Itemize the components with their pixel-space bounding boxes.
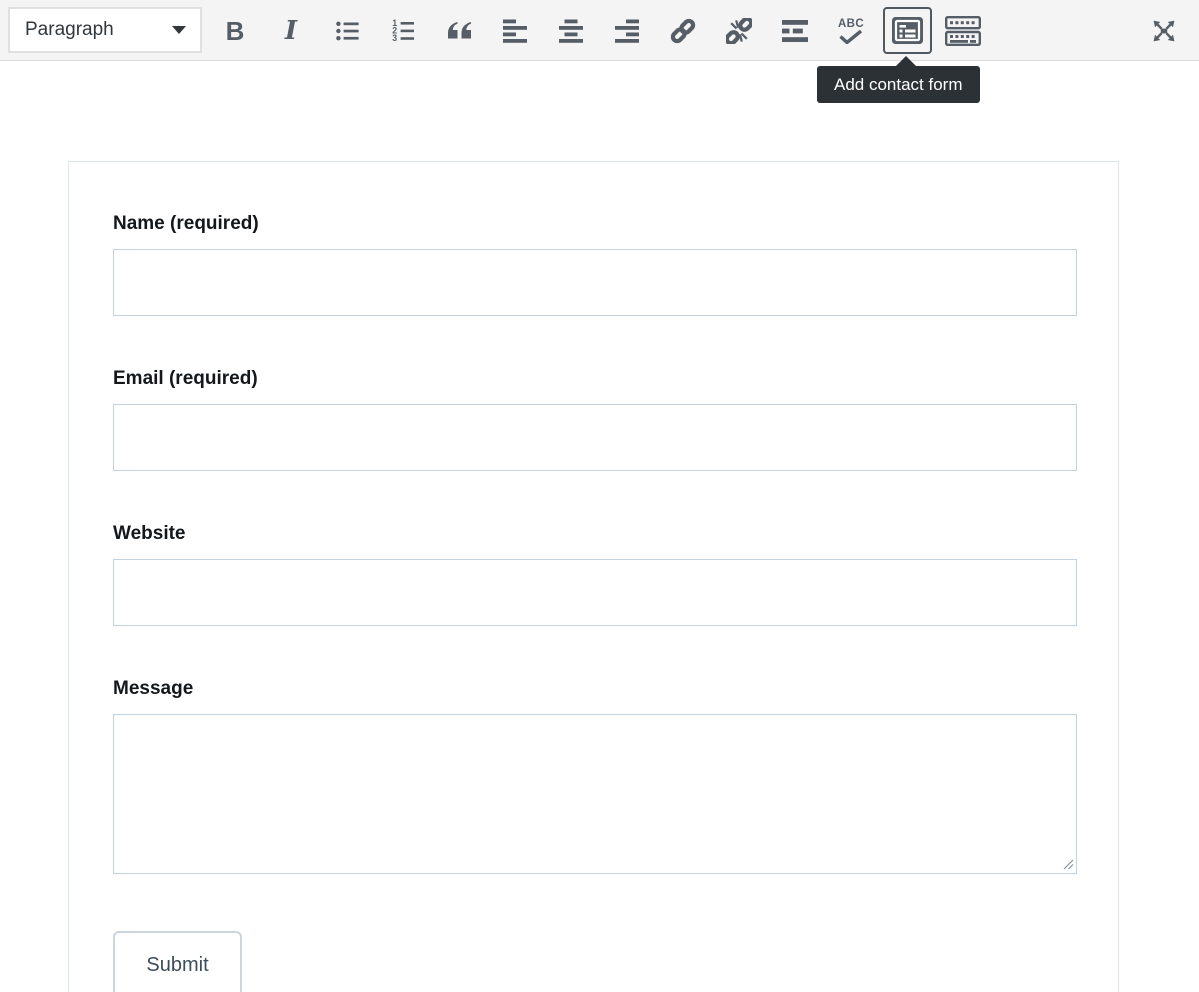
blockquote-icon <box>447 22 472 39</box>
remove-link-button[interactable] <box>711 0 767 61</box>
tooltip-arrow <box>896 56 916 66</box>
fullscreen-button[interactable] <box>1136 0 1192 61</box>
bold-icon: B <box>226 18 245 44</box>
website-field-input[interactable] <box>113 559 1077 626</box>
contact-form-preview-panel[interactable]: Name (required) Email (required) Website… <box>68 161 1119 992</box>
email-field-label: Email (required) <box>113 367 1077 390</box>
dropdown-caret-icon <box>172 26 186 34</box>
numbered-list-button[interactable]: 1 2 3 <box>375 0 431 61</box>
editor-content-area[interactable]: Name (required) Email (required) Website… <box>0 61 1199 992</box>
align-right-icon <box>615 19 639 43</box>
message-field-group: Message <box>113 677 1077 874</box>
textarea-resize-handle[interactable] <box>1063 859 1074 870</box>
link-icon <box>670 18 696 44</box>
website-field-label: Website <box>113 522 1077 545</box>
paragraph-format-value: Paragraph <box>25 19 114 41</box>
fullscreen-icon <box>1151 18 1177 44</box>
align-center-icon <box>559 19 583 43</box>
italic-icon: I <box>285 18 297 44</box>
spellcheck-button[interactable]: ABC <box>823 0 879 61</box>
add-contact-form-tooltip: Add contact form <box>817 66 980 103</box>
svg-text:3: 3 <box>392 33 397 42</box>
submit-button[interactable]: Submit <box>113 931 242 992</box>
numbered-list-icon: 1 2 3 <box>392 19 415 42</box>
name-field-label: Name (required) <box>113 212 1077 235</box>
align-center-button[interactable] <box>543 0 599 61</box>
bullet-list-icon <box>336 20 359 42</box>
classic-editor-screen: Paragraph B I <box>0 0 1199 992</box>
contact-form-icon <box>892 17 923 44</box>
bold-button[interactable]: B <box>207 0 263 61</box>
align-right-button[interactable] <box>599 0 655 61</box>
align-left-icon <box>503 19 527 43</box>
insert-link-button[interactable] <box>655 0 711 61</box>
toolbar-buttons: B I 1 2 3 <box>207 0 991 61</box>
add-contact-form-button[interactable] <box>879 0 935 61</box>
read-more-icon <box>782 20 808 42</box>
paragraph-format-dropdown[interactable]: Paragraph <box>8 7 202 53</box>
name-field-input[interactable] <box>113 249 1077 316</box>
spellcheck-icon: ABC <box>838 18 864 44</box>
read-more-button[interactable] <box>767 0 823 61</box>
align-left-button[interactable] <box>487 0 543 61</box>
email-field-input[interactable] <box>113 404 1077 471</box>
keyboard-icon <box>945 16 981 46</box>
active-button-outline <box>883 7 932 54</box>
italic-button[interactable]: I <box>263 0 319 61</box>
bullet-list-button[interactable] <box>319 0 375 61</box>
message-field-textarea[interactable] <box>113 714 1077 874</box>
toolbar-toggle-button[interactable] <box>935 0 991 61</box>
unlink-icon <box>726 18 752 44</box>
editor-toolbar: Paragraph B I <box>0 0 1199 61</box>
blockquote-button[interactable] <box>431 0 487 61</box>
message-field-label: Message <box>113 677 1077 700</box>
